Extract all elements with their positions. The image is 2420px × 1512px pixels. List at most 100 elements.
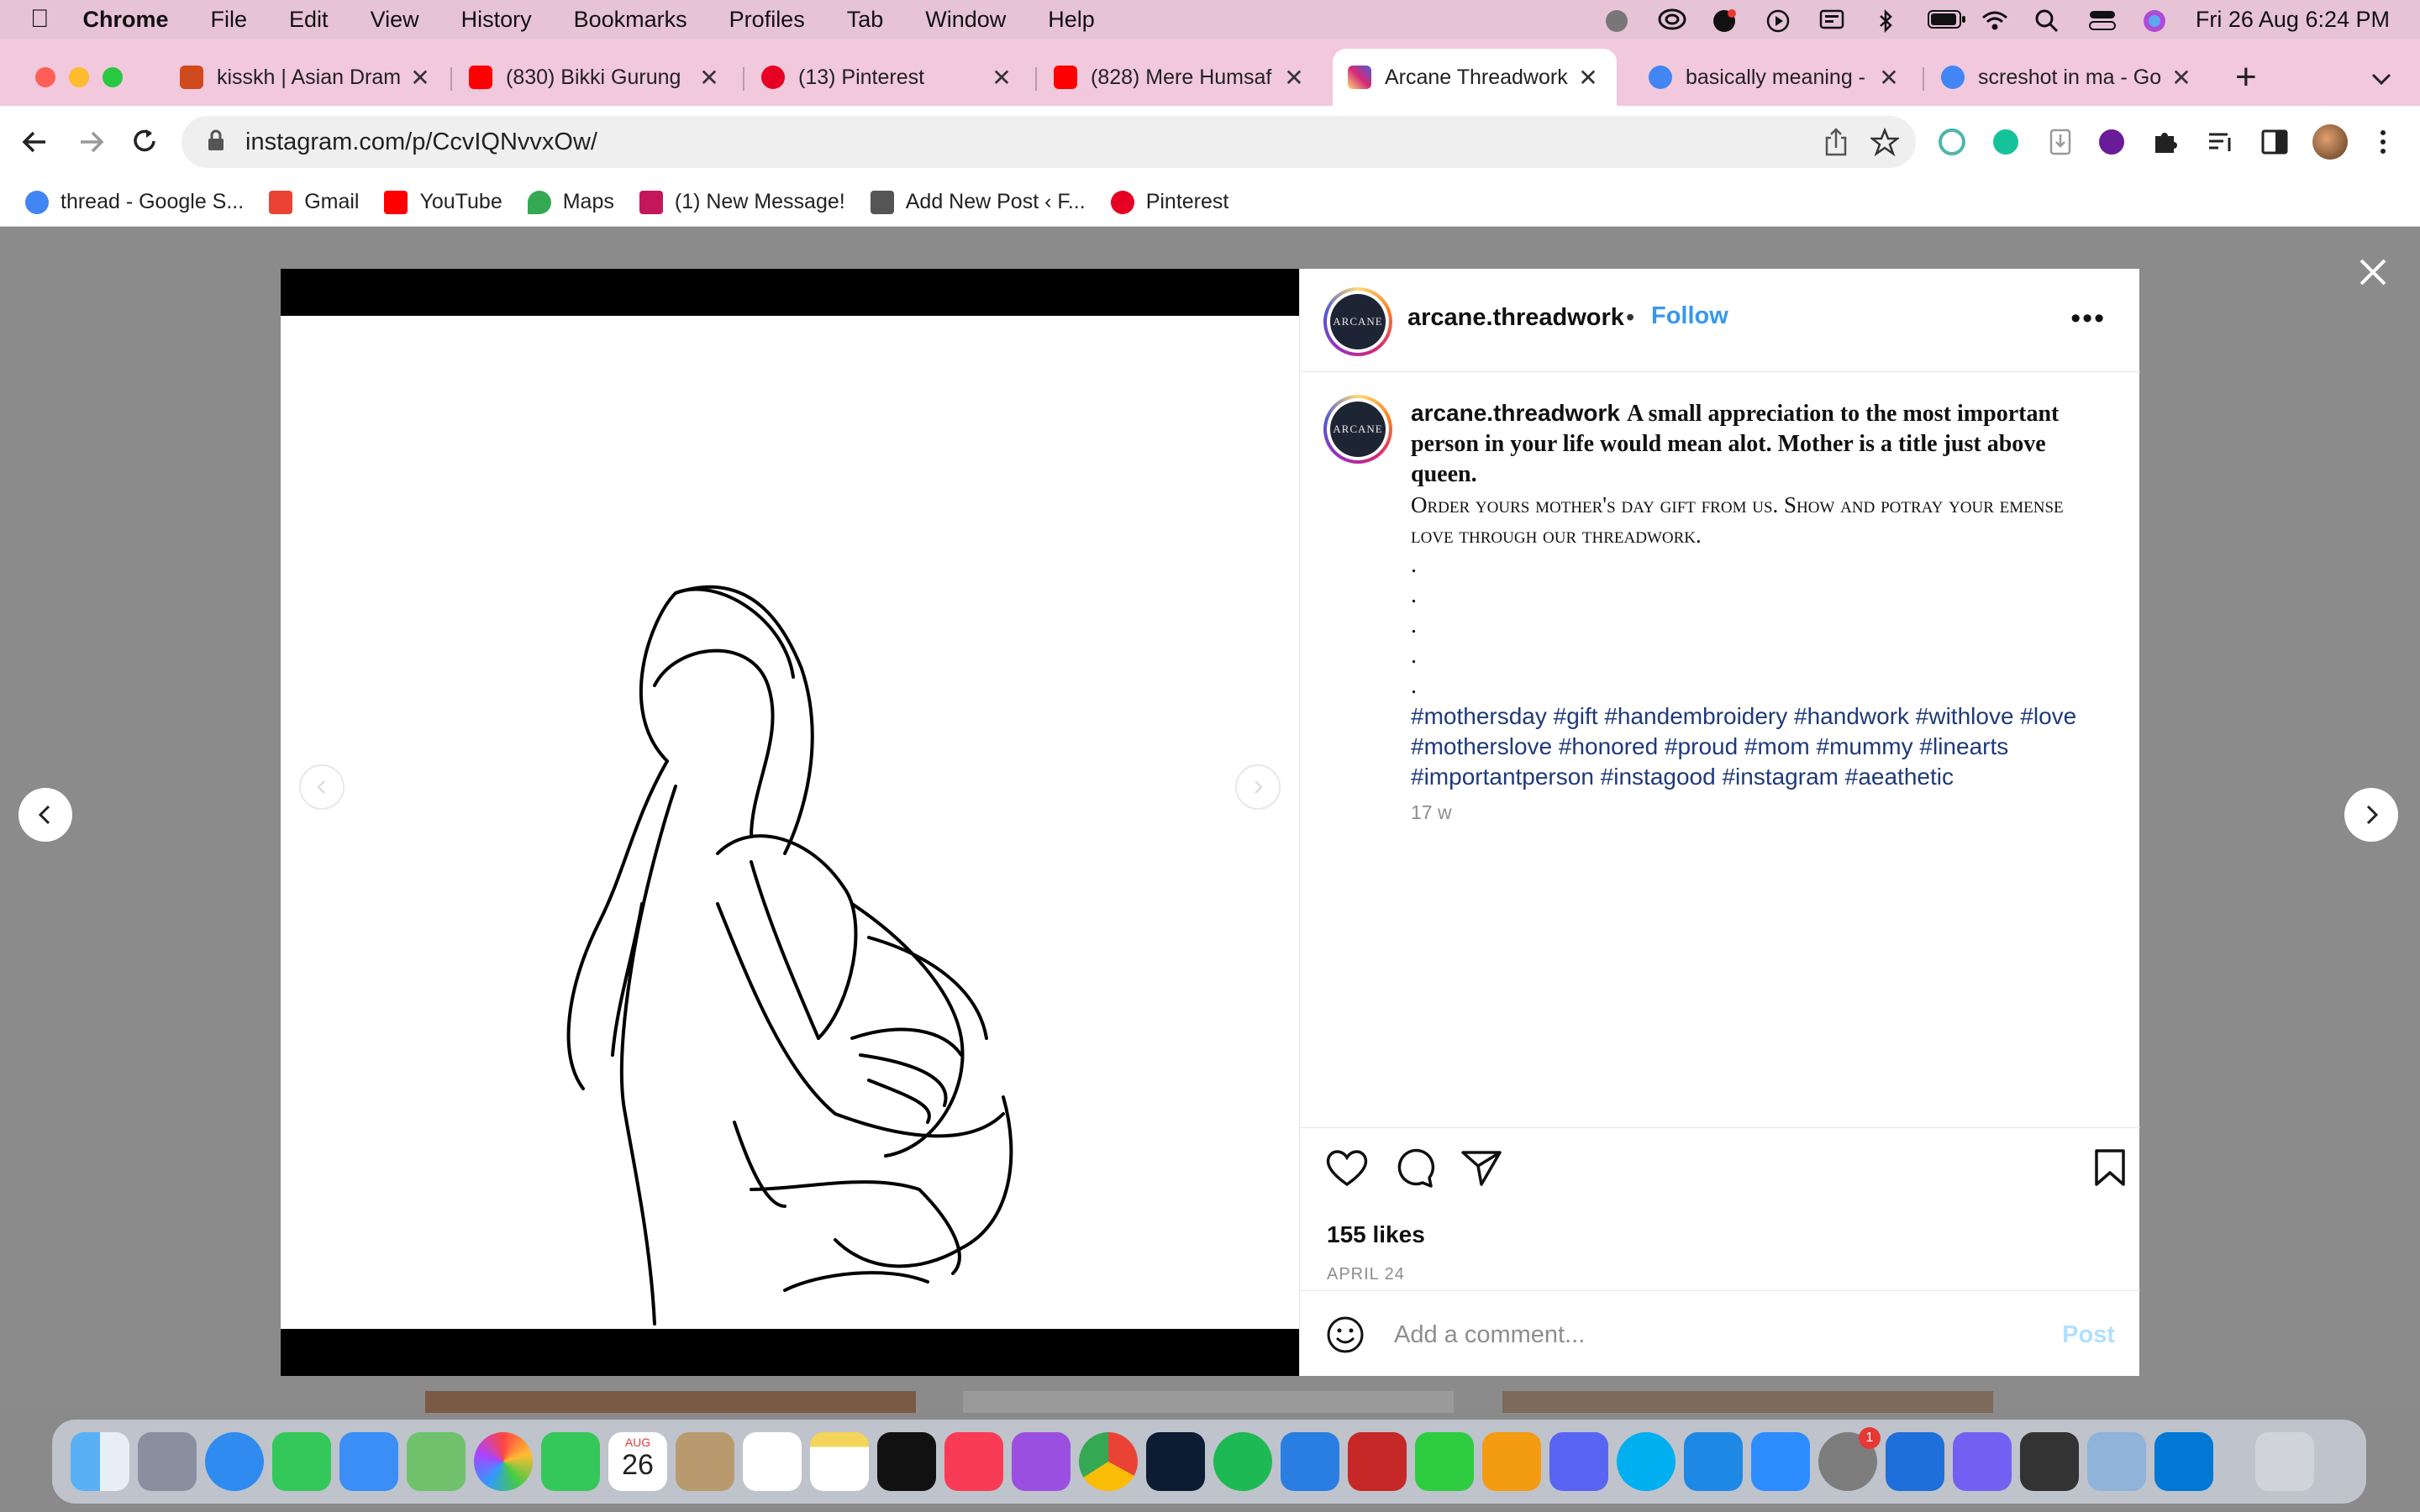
emoji-icon[interactable] xyxy=(1325,1315,1365,1355)
spotify-icon[interactable] xyxy=(1213,1432,1272,1491)
bookmark-maps[interactable]: Maps xyxy=(527,190,614,214)
menu-edit[interactable]: Edit xyxy=(289,7,329,33)
bookmark-youtube[interactable]: YouTube xyxy=(384,190,502,214)
carousel-next-button[interactable] xyxy=(1235,764,1281,810)
menu-bookmarks[interactable]: Bookmarks xyxy=(574,7,687,33)
tab-search-chevron-icon[interactable] xyxy=(2370,67,2393,91)
photoshop-icon[interactable] xyxy=(1146,1432,1205,1491)
menu-profiles[interactable]: Profiles xyxy=(729,7,805,33)
author-username[interactable]: arcane.threadwork xyxy=(1407,304,1624,332)
tab-close-icon[interactable]: ✕ xyxy=(985,64,1018,92)
messages-icon[interactable] xyxy=(272,1432,331,1491)
bookmark-pinterest[interactable]: Pinterest xyxy=(1110,190,1228,214)
tab-kisskh[interactable]: kisskh | Asian Dram ✕ xyxy=(165,49,449,106)
tab-close-icon[interactable]: ✕ xyxy=(1277,64,1311,92)
xcode-icon[interactable] xyxy=(1886,1432,1944,1491)
post-age[interactable]: 17 w xyxy=(1411,801,1452,824)
music-icon[interactable] xyxy=(944,1432,1003,1491)
launchpad-icon[interactable] xyxy=(138,1432,197,1491)
menu-help[interactable]: Help xyxy=(1048,7,1095,33)
profile-avatar[interactable] xyxy=(2312,124,2348,160)
apple-tv-icon[interactable] xyxy=(877,1432,936,1491)
grid-thumbnail[interactable] xyxy=(1502,1391,1993,1413)
like-heart-icon[interactable] xyxy=(1325,1147,1369,1188)
tab-arcane-threadwork[interactable]: Arcane Threadwork ✕ xyxy=(1333,49,1617,106)
extension-teal-icon[interactable] xyxy=(1938,128,1966,160)
extension-purple-icon[interactable] xyxy=(2097,128,2126,160)
apple-icon[interactable]:  xyxy=(30,5,50,34)
record-icon[interactable] xyxy=(1604,8,1629,32)
grid-thumbnail[interactable] xyxy=(425,1391,916,1413)
caption-avatar[interactable]: ARCANE xyxy=(1323,395,1392,464)
notes-icon[interactable] xyxy=(810,1432,869,1491)
address-bar[interactable]: instagram.com/p/CcvIQNvvxOw/ xyxy=(182,116,1916,168)
new-tab-button[interactable]: + xyxy=(2235,59,2257,96)
tab-close-icon[interactable]: ✕ xyxy=(1571,64,1605,92)
forward-arrow-icon[interactable] xyxy=(76,128,106,160)
safari-icon[interactable] xyxy=(205,1432,264,1491)
creative-cloud-icon[interactable] xyxy=(1658,8,1686,30)
spotlight-search-icon[interactable] xyxy=(2034,8,2060,33)
comment-bubble-icon[interactable] xyxy=(1392,1147,1436,1188)
menu-app-name[interactable]: Chrome xyxy=(83,7,169,33)
menu-window[interactable]: Window xyxy=(925,7,1006,33)
next-post-button[interactable] xyxy=(2344,788,2398,842)
pages-icon[interactable] xyxy=(1482,1432,1541,1491)
grammarly-icon[interactable] xyxy=(1991,128,2020,160)
tab-close-icon[interactable]: ✕ xyxy=(403,64,437,92)
tab-pinterest[interactable]: (13) Pinterest ✕ xyxy=(746,49,1030,106)
more-options-button[interactable]: ••• xyxy=(2070,302,2106,335)
comment-input[interactable]: Add a comment... xyxy=(1394,1321,1585,1349)
caption-username[interactable]: arcane.threadwork xyxy=(1411,400,1620,426)
menu-history[interactable]: History xyxy=(461,7,532,33)
share-paper-plane-icon[interactable] xyxy=(1460,1147,1503,1188)
chrome-menu-icon[interactable] xyxy=(2378,128,2388,160)
lock-icon[interactable] xyxy=(207,129,225,156)
reading-list-icon[interactable] xyxy=(2207,128,2235,160)
carousel-prev-button[interactable] xyxy=(299,764,345,810)
calendar-icon[interactable]: AUG 26 xyxy=(608,1432,667,1491)
author-avatar[interactable]: ARCANE xyxy=(1323,287,1392,356)
extension-download-icon[interactable] xyxy=(2049,128,2072,160)
preview-icon[interactable] xyxy=(2087,1432,2146,1491)
numbers-icon[interactable] xyxy=(1415,1432,1474,1491)
share-icon[interactable] xyxy=(1823,128,1849,160)
system-preferences-icon[interactable]: 1 xyxy=(1818,1427,1881,1491)
close-window-button[interactable] xyxy=(35,67,55,87)
battery-icon[interactable] xyxy=(1927,8,1965,30)
minimize-window-button[interactable] xyxy=(69,67,89,87)
menu-file[interactable]: File xyxy=(211,7,248,33)
bookmark-new-message[interactable]: (1) New Message! xyxy=(639,190,845,214)
reminders-icon[interactable] xyxy=(743,1432,802,1491)
tab-youtube-bikki[interactable]: (830) Bikki Gurung ✕ xyxy=(454,49,738,106)
menubar-clock[interactable]: Fri 26 Aug 6:24 PM xyxy=(2196,7,2390,33)
podcasts-icon[interactable] xyxy=(1012,1432,1071,1491)
facetime-icon[interactable] xyxy=(541,1432,600,1491)
caption-hashtags[interactable]: #mothersday #gift #handembroidery #handw… xyxy=(1411,701,2100,792)
tab-google-basically[interactable]: basically meaning - ✕ xyxy=(1634,49,1918,106)
finder-icon[interactable] xyxy=(71,1432,129,1491)
viber-icon[interactable] xyxy=(1953,1432,2012,1491)
extensions-puzzle-icon[interactable] xyxy=(2151,128,2180,160)
url-text[interactable]: instagram.com/p/CcvIQNvvxOw/ xyxy=(245,129,597,156)
grid-thumbnail[interactable] xyxy=(963,1391,1454,1413)
trash-icon[interactable] xyxy=(2255,1432,2314,1491)
vscode-icon[interactable] xyxy=(2154,1432,2213,1491)
bookmark-star-icon[interactable] xyxy=(1869,127,1901,160)
bluetooth-icon[interactable] xyxy=(1873,8,1898,34)
mail-icon[interactable] xyxy=(339,1432,398,1491)
bookmark-add-new-post[interactable]: Add New Post ‹ F... xyxy=(870,190,1086,214)
wifi-icon[interactable] xyxy=(1981,8,2007,30)
tab-close-icon[interactable]: ✕ xyxy=(2165,64,2198,92)
close-modal-icon[interactable] xyxy=(2354,254,2391,291)
keynote-icon[interactable] xyxy=(1281,1432,1339,1491)
viber-status-icon[interactable] xyxy=(1712,8,1737,32)
app-store-icon[interactable] xyxy=(1684,1432,1743,1491)
photo-booth-icon[interactable] xyxy=(1348,1432,1407,1491)
bookmark-gmail[interactable]: Gmail xyxy=(269,190,359,214)
menu-tab[interactable]: Tab xyxy=(847,7,884,33)
screen-share-icon[interactable] xyxy=(1819,8,1844,30)
photos-icon[interactable] xyxy=(474,1432,533,1491)
contacts-icon[interactable] xyxy=(676,1432,734,1491)
likes-count[interactable]: 155 likes xyxy=(1327,1221,1425,1248)
